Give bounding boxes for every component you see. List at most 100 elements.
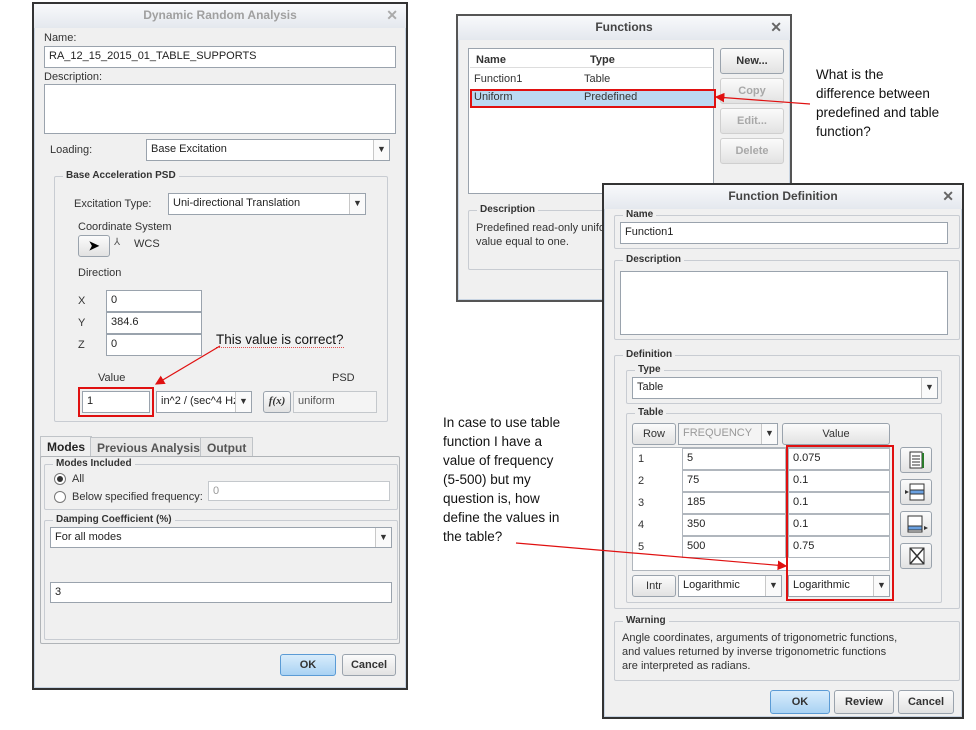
note-line: (5-500) but my <box>443 472 531 487</box>
description-field[interactable] <box>44 84 396 134</box>
name-label: Name: <box>44 32 77 44</box>
table-edit-button[interactable] <box>900 447 932 473</box>
description-text: value equal to one. <box>476 236 569 248</box>
all-radio[interactable] <box>54 473 66 485</box>
cancel-button[interactable]: Cancel <box>898 690 954 714</box>
name-field[interactable]: RA_12_15_2015_01_TABLE_SUPPORTS <box>44 46 396 68</box>
functions-list[interactable] <box>468 48 714 194</box>
x-field[interactable]: 0 <box>106 290 202 312</box>
name-field[interactable]: Function1 <box>620 222 948 244</box>
below-frequency-field[interactable]: 0 <box>208 481 390 501</box>
psd-field[interactable]: uniform <box>293 391 377 413</box>
loading-label: Loading: <box>50 144 93 156</box>
all-label: All <box>72 473 85 485</box>
chevron-down-icon: ▼ <box>373 140 389 160</box>
delete-row-button[interactable] <box>900 543 932 569</box>
frequency-interpolation-value: Logarithmic <box>683 579 740 591</box>
tab-output[interactable]: Output <box>200 437 254 457</box>
edit-button[interactable]: Edit... <box>720 108 784 134</box>
note-line: question is, how <box>443 491 540 506</box>
close-icon[interactable]: ✕ <box>386 7 398 24</box>
excitation-type-value: Uni-directional Translation <box>173 197 301 209</box>
tab-modes[interactable]: Modes <box>40 436 93 457</box>
select-arrow-button[interactable]: ➤ <box>78 235 110 257</box>
new-button[interactable]: New... <box>720 48 784 74</box>
frequency-cell[interactable]: 350 <box>682 514 786 536</box>
y-field[interactable]: 384.6 <box>106 312 202 334</box>
below-frequency-radio[interactable] <box>54 491 66 503</box>
description-label: Description: <box>44 71 103 83</box>
function-definition-dialog: Function Definition ✕ Name Function1 Des… <box>602 183 964 719</box>
damping-value-field[interactable]: 3 <box>50 582 392 603</box>
frequency-cell[interactable]: 500 <box>682 536 786 558</box>
column-header-type[interactable]: Type <box>590 54 615 66</box>
uniform-highlight-box <box>470 89 716 108</box>
annotation-question-table: In case to use table function I have a v… <box>443 413 560 546</box>
group-title: Damping Coefficient (%) <box>53 514 175 525</box>
chevron-down-icon: ▼ <box>349 194 365 214</box>
ok-button[interactable]: OK <box>280 654 336 676</box>
frequency-cell[interactable]: 5 <box>682 448 786 470</box>
row-number: 1 <box>638 453 645 465</box>
x-label: X <box>78 295 86 307</box>
damping-mode-value: For all modes <box>55 531 122 543</box>
annotation-question-value: This value is correct? <box>216 330 344 349</box>
warning-text: and values returned by inverse trigonome… <box>622 646 887 658</box>
chevron-down-icon: ▼ <box>761 424 777 444</box>
append-row-button[interactable] <box>900 511 932 537</box>
note-line: value of frequency <box>443 453 554 468</box>
loading-select-value: Base Excitation <box>151 143 227 155</box>
y-label: Y <box>78 317 86 329</box>
type-select-value: Table <box>637 381 664 393</box>
close-icon[interactable]: ✕ <box>942 188 954 205</box>
note-line: This value is correct? <box>216 332 344 348</box>
note-line: define the values in <box>443 510 560 525</box>
list-item-type[interactable]: Table <box>584 73 610 85</box>
note-line: predefined and table <box>816 105 940 120</box>
note-line: function? <box>816 124 871 139</box>
delete-button[interactable]: Delete <box>720 138 784 164</box>
below-frequency-label: Below specified frequency: <box>72 491 203 503</box>
group-title: Description <box>623 254 685 265</box>
group-title: Name <box>623 209 657 220</box>
z-field[interactable]: 0 <box>106 334 202 356</box>
frequency-cell[interactable]: 75 <box>682 470 786 492</box>
description-field[interactable] <box>620 271 948 335</box>
z-label: Z <box>78 339 85 351</box>
intr-button[interactable]: Intr <box>632 575 676 597</box>
frequency-cell[interactable]: 185 <box>682 492 786 514</box>
wcs-label: WCS <box>134 238 160 250</box>
group-title: Table <box>635 407 667 418</box>
tab-previous-analysis[interactable]: Previous Analysis <box>90 437 207 457</box>
column-header-name[interactable]: Name <box>476 54 506 66</box>
damping-mode-select[interactable]: For all modes ▼ <box>50 527 392 548</box>
group-title: Definition <box>623 349 676 360</box>
group-title: Modes Included <box>53 458 135 469</box>
csys-icon: ⅄ <box>114 237 121 248</box>
units-select[interactable]: in^2 / (sec^4 Hz ▼ <box>156 391 252 413</box>
excitation-type-select[interactable]: Uni-directional Translation ▼ <box>168 193 366 215</box>
group-title: Warning <box>623 615 669 626</box>
value-column-highlight-box <box>786 445 894 601</box>
type-select[interactable]: Table ▼ <box>632 377 938 399</box>
function-button[interactable]: f(x) <box>263 391 291 413</box>
insert-row-button[interactable] <box>900 479 932 505</box>
warning-text: Angle coordinates, arguments of trigonom… <box>622 632 898 644</box>
column-header-value[interactable]: Value <box>782 423 890 445</box>
psd-label: PSD <box>332 372 355 384</box>
loading-select[interactable]: Base Excitation ▼ <box>146 139 390 161</box>
cancel-button[interactable]: Cancel <box>342 654 396 676</box>
copy-button[interactable]: Copy <box>720 78 784 104</box>
frequency-header-value: FREQUENCY <box>683 427 753 439</box>
review-button[interactable]: Review <box>834 690 894 714</box>
ok-button[interactable]: OK <box>770 690 830 714</box>
frequency-interpolation-select[interactable]: Logarithmic ▼ <box>678 575 782 597</box>
list-item-name[interactable]: Function1 <box>474 73 522 85</box>
close-icon[interactable]: ✕ <box>770 19 782 36</box>
excitation-type-label: Excitation Type: <box>74 198 152 210</box>
row-number: 2 <box>638 475 645 487</box>
column-header-frequency[interactable]: FREQUENCY ▼ <box>678 423 778 445</box>
spreadsheet-icon <box>909 451 924 469</box>
note-line: In case to use table <box>443 415 561 430</box>
column-header-row[interactable]: Row <box>632 423 676 445</box>
